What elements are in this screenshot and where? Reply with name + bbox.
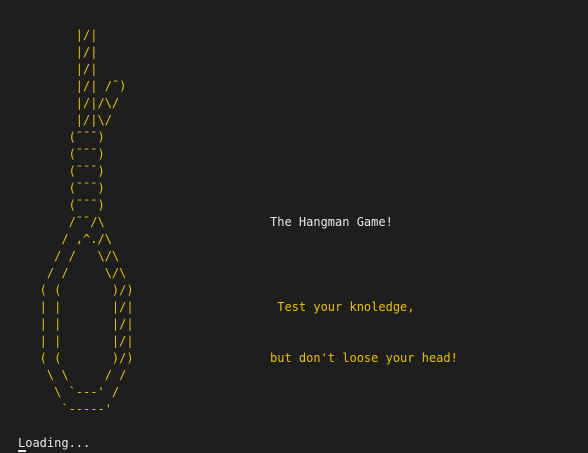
terminal-window: |/| |/| |/| |/| /¯) |/|/\/ |/|\/ (¯¯¯) (…	[0, 0, 588, 453]
text-cursor	[18, 450, 26, 452]
hangman-ascii-art: |/| |/| |/| |/| /¯) |/|/\/ |/|\/ (¯¯¯) (…	[39, 28, 134, 416]
tagline-line-1: Test your knoledge,	[270, 300, 415, 314]
tagline: Test your knoledge, but don't loose your…	[270, 265, 458, 401]
game-title: The Hangman Game!	[270, 215, 393, 229]
loading-status: Loading...	[18, 436, 91, 450]
tagline-line-2: but don't loose your head!	[270, 351, 458, 365]
